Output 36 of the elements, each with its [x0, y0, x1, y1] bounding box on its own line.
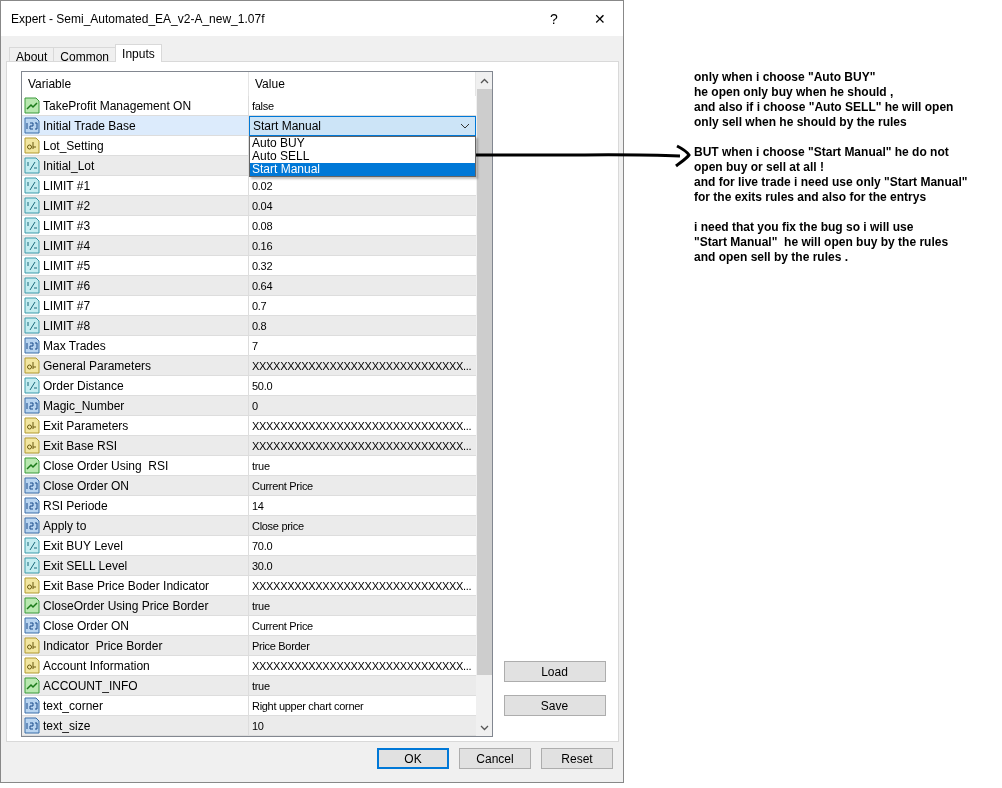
variable-name: Magic_Number [43, 398, 125, 413]
variable-name: Exit BUY Level [43, 538, 123, 553]
variable-name: Indicator Price Border [43, 638, 163, 653]
variable-name: Exit SELL Level [43, 558, 128, 573]
variable-name: RSI Periode [43, 498, 108, 513]
variable-name: Close Order ON [43, 478, 130, 493]
window-title: Expert - Semi_Automated_EA_v2-A_new_1.07f [11, 11, 266, 26]
variable-name: LIMIT #4 [43, 238, 91, 253]
variable-name: Close Order ON [43, 618, 130, 633]
variable-name: LIMIT #6 [43, 278, 91, 293]
variable-name: Apply to [43, 518, 87, 533]
variable-name: Order Distance [43, 378, 124, 393]
variable-name: LIMIT #2 [43, 198, 91, 213]
variable-name: Initial Trade Base [43, 118, 136, 133]
annotation-paragraph: i need that you fix the bug so i will use "Start Manual" he will open buy by the rules and open sell by the rules . [694, 220, 950, 265]
variable-name: Exit Parameters [43, 418, 129, 433]
variable-name: text_size [43, 718, 91, 733]
variable-name: CloseOrder Using Price Border [43, 598, 209, 613]
annotation-paragraph: only when i choose "Auto BUY" he open only buy when he should , and also if i choose "Auto SELL" he will open only sell when he should by the rules [694, 70, 955, 130]
variable-name: General Parameters [43, 358, 152, 373]
variable-name: text_corner [43, 698, 104, 713]
variable-name: Max Trades [43, 338, 106, 353]
variable-name: LIMIT #8 [43, 318, 91, 333]
variable-name: Account Information [43, 658, 150, 673]
variable-name: LIMIT #7 [43, 298, 91, 313]
variable-name: Exit Base RSI [43, 438, 118, 453]
variable-name: Close Order Using RSI [43, 458, 169, 473]
variable-name: ACCOUNT_INFO [43, 678, 138, 693]
variable-name: TakeProfit Management ON [43, 98, 192, 113]
variable-name: LIMIT #5 [43, 258, 91, 273]
variable-name: Exit Base Price Boder Indicator [43, 578, 210, 593]
annotation-paragraph: BUT when i choose "Start Manual" he do not open buy or sell at all ! and for live trade i need use only "Start Manual" for the exits rules and also for the entrys [694, 145, 968, 205]
variable-name: LIMIT #1 [43, 178, 91, 193]
variable-name: Initial_Lot [43, 158, 95, 173]
variable-name: Lot_Setting [43, 138, 104, 153]
variable-name: LIMIT #3 [43, 218, 91, 233]
